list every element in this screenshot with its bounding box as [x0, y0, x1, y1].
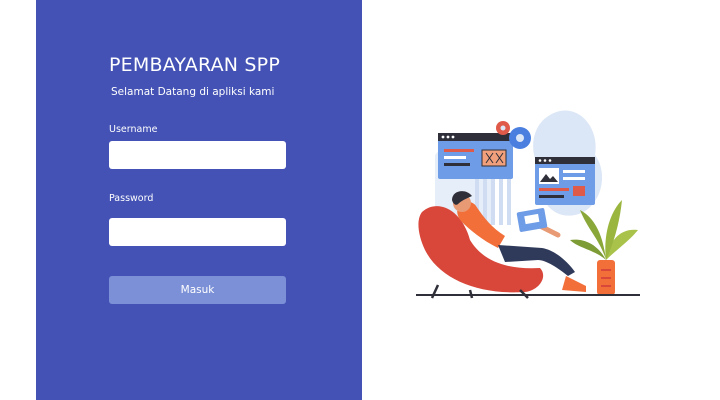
- person-with-laptop-illustration: [416, 110, 640, 299]
- welcome-subtitle: Selamat Datang di apliksi kami: [111, 86, 275, 98]
- login-panel: PEMBAYARAN SPP Selamat Datang di apliksi…: [36, 0, 362, 400]
- app-title: PEMBAYARAN SPP: [109, 54, 280, 76]
- username-input[interactable]: [109, 141, 286, 169]
- username-label: Username: [109, 124, 158, 135]
- password-label: Password: [109, 193, 154, 204]
- login-button[interactable]: Masuk: [109, 276, 286, 304]
- password-input[interactable]: [109, 218, 286, 246]
